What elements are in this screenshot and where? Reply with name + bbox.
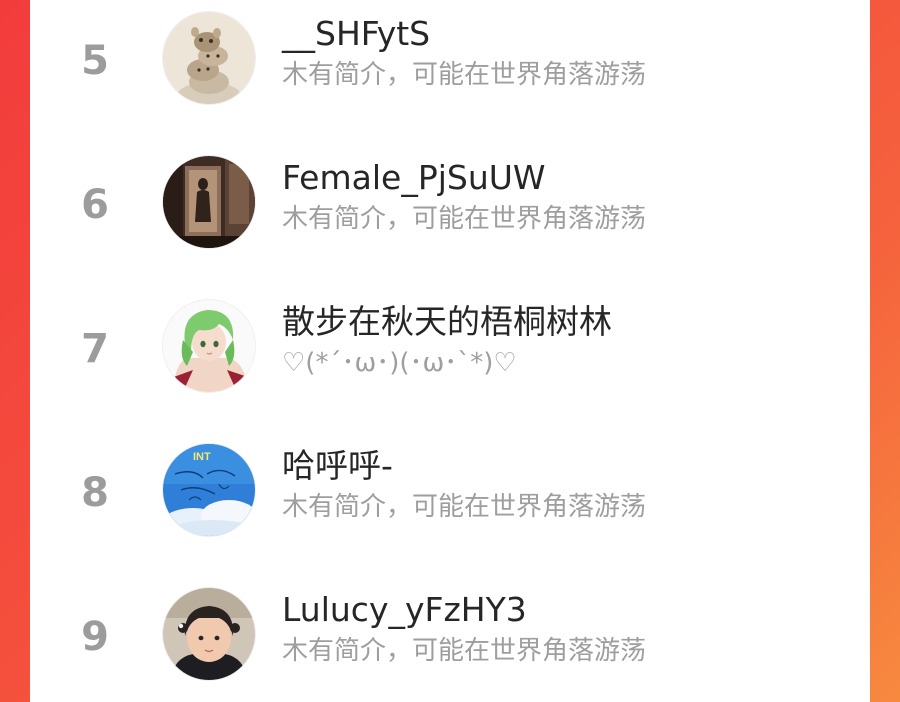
user-bio: 木有简介，可能在世界角落游荡 [282, 636, 647, 666]
rank-number: 6 [81, 182, 109, 228]
list-item[interactable]: 6 Female_PjSuUW 木有简介，可能在世界角落游荡 [30, 144, 870, 288]
svg-text:INT: INT [193, 451, 211, 463]
rank-number: 8 [81, 470, 109, 516]
avatar[interactable] [163, 12, 255, 104]
rank-number: 5 [81, 38, 109, 84]
ranking-card: 5 __SHFytS 木有简介，可能在世界角落游荡 6 Female_PjSuU… [30, 0, 870, 702]
user-name[interactable]: 哈呼呼- [282, 446, 393, 486]
avatar[interactable] [163, 588, 255, 680]
list-item[interactable]: 8 INT 哈呼呼- 木有简介，可能在世界角落游荡 [30, 432, 870, 576]
user-bio: 木有简介，可能在世界角落游荡 [282, 60, 647, 90]
user-bio: ♡(*´･ω･)(･ω･`*)♡ [282, 348, 517, 378]
avatar[interactable] [163, 156, 255, 248]
rank-number: 9 [81, 614, 109, 660]
user-name[interactable]: Lulucy_yFzHY3 [282, 590, 527, 630]
user-name[interactable]: 散步在秋天的梧桐树林 [282, 302, 612, 342]
list-item[interactable]: 9 Lulucy_yFzHY3 木有简介，可能在世界角落游荡 [30, 576, 870, 702]
user-bio: 木有简介，可能在世界角落游荡 [282, 492, 647, 522]
avatar[interactable] [163, 300, 255, 392]
list-item[interactable]: 5 __SHFytS 木有简介，可能在世界角落游荡 [30, 0, 870, 144]
user-name[interactable]: __SHFytS [282, 14, 430, 54]
user-name[interactable]: Female_PjSuUW [282, 158, 546, 198]
list-item[interactable]: 7 散步在秋天的梧桐树林 ♡(*´･ω･)(･ω･`*)♡ [30, 288, 870, 432]
user-bio: 木有简介，可能在世界角落游荡 [282, 204, 647, 234]
avatar[interactable]: INT [163, 444, 255, 536]
rank-number: 7 [81, 326, 109, 372]
